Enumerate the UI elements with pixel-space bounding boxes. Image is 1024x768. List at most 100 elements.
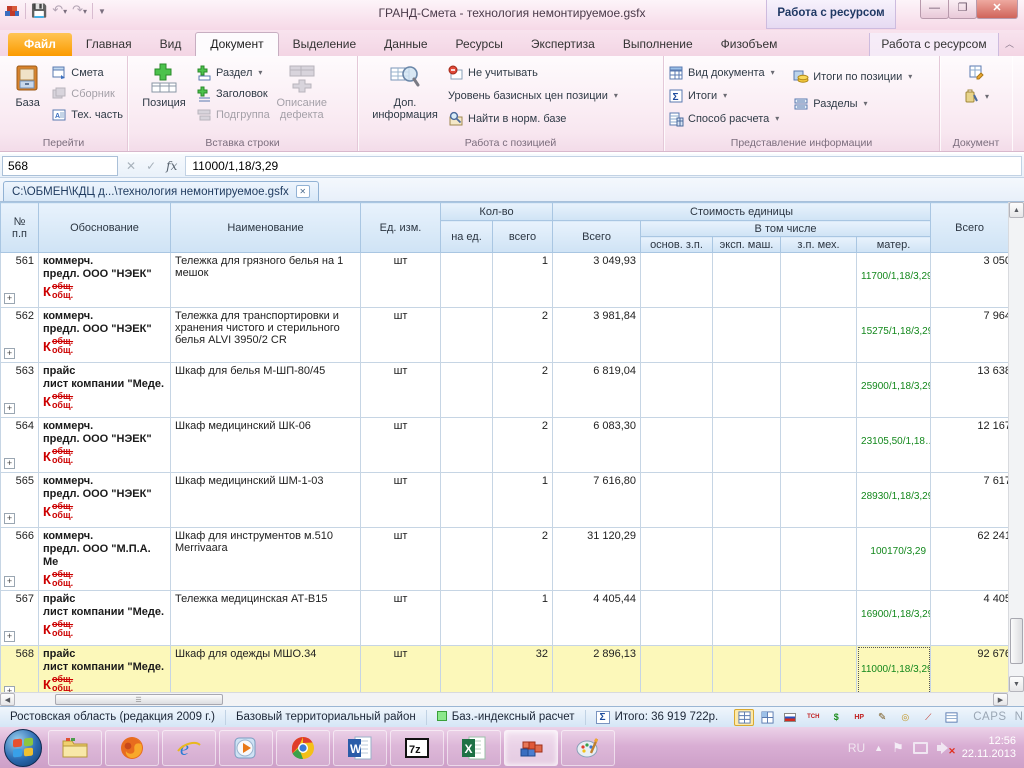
minimize-button[interactable]: — [920,0,949,19]
coins-icon[interactable]: ◎ [895,709,915,726]
calc-method-button[interactable]: Способ расчета▾ [668,110,779,127]
mater-cell[interactable]: 28930/1,18/3,29 [857,473,931,528]
name-cell[interactable]: Тележка для транспортировки и хранения ч… [171,308,361,363]
expand-row-button[interactable]: + [4,403,15,414]
status-total[interactable]: ΣИтого: 36 919 722р. [586,710,729,725]
justification-cell[interactable]: коммерч. предл. ООО "НЭЕК" К общ. общ. [39,253,171,308]
taskbar-chrome[interactable] [276,730,330,766]
expand-row-button[interactable]: + [4,576,15,587]
header-justification[interactable]: Обоснование [39,203,171,253]
zp-mekh-cell[interactable] [781,253,857,308]
vertical-scrollbar[interactable]: ▲ ▼ [1008,202,1024,692]
scroll-down-icon[interactable]: ▼ [1009,676,1024,692]
header-total[interactable]: Всего [931,203,1009,253]
taskbar-word[interactable]: W [333,730,387,766]
mater-cell[interactable]: 11700/1,18/3,29 [857,253,931,308]
taskbar-firefox[interactable] [105,730,159,766]
taskbar-internet-explorer[interactable]: e [162,730,216,766]
formula-input[interactable] [185,156,1022,176]
mater-cell[interactable]: 16900/1,18/3,29 [857,591,931,646]
eksp-mash-cell[interactable] [713,308,781,363]
eksp-mash-cell[interactable] [713,591,781,646]
osn-zp-cell[interactable] [641,253,713,308]
tab-vypolnenie[interactable]: Выполнение [609,33,707,56]
fx-icon[interactable]: fx [166,159,177,173]
chart-icon[interactable]: ⟋ [918,709,938,726]
header-unit-cost[interactable]: Стоимость единицы [553,203,931,221]
tab-vid[interactable]: Вид [146,33,196,56]
unit-cell[interactable]: шт [361,591,441,646]
unit-cell[interactable]: шт [361,363,441,418]
scroll-right-icon[interactable]: ▶ [993,693,1008,706]
tab-rabota-s-resursom[interactable]: Работа с ресурсом [869,33,999,56]
eksp-mash-cell[interactable] [713,473,781,528]
row-total-cell[interactable]: 13 638 [931,363,1009,418]
table-row[interactable]: 567 + прайс лист компании "Меде. К общ. … [1,591,1009,646]
position-totals-button[interactable]: Итоги по позиции▾ [793,68,912,85]
name-cell[interactable]: Шкаф медицинский ШМ-1-03 [171,473,361,528]
table-row[interactable]: 563 + прайс лист компании "Меде. К общ. … [1,363,1009,418]
unit-cell[interactable]: шт [361,308,441,363]
price-icon[interactable]: $ [826,709,846,726]
osn-zp-cell[interactable] [641,591,713,646]
zp-mekh-cell[interactable] [781,591,857,646]
sections-button[interactable]: Разделы▾ [793,95,912,112]
osn-zp-cell[interactable] [641,473,713,528]
smeta-button[interactable]: Смета [51,64,123,81]
name-cell[interactable]: Тележка для грязного белья на 1 мешок [171,253,361,308]
mater-cell[interactable]: 100170/3,29 [857,528,931,591]
edit-icon[interactable]: ✎ [872,709,892,726]
view-estimate-icon[interactable] [734,709,754,726]
scroll-left-icon[interactable]: ◀ [0,693,15,706]
unit-cell[interactable]: шт [361,418,441,473]
qty-total-cell[interactable]: 1 [493,253,553,308]
justification-cell[interactable]: коммерч. предл. ООО "НЭЕК" К общ. общ. [39,418,171,473]
name-box[interactable] [2,156,118,176]
justification-cell[interactable]: прайс лист компании "Меде. К общ. общ. [39,363,171,418]
russian-flag-icon[interactable] [780,709,800,726]
tab-file[interactable]: Файл [8,33,72,56]
scroll-up-icon[interactable]: ▲ [1009,202,1024,218]
vertical-scroll-thumb[interactable] [1010,618,1023,664]
view-object-icon[interactable] [757,709,777,726]
action-center-flag-icon[interactable]: ⚑ [892,740,904,756]
header-osn-zp[interactable]: основ. з.п. [641,237,713,253]
unit-cost-cell[interactable]: 31 120,29 [553,528,641,591]
ignore-position-button[interactable]: Не учитывать [448,64,618,81]
header-qty-total[interactable]: всего [493,221,553,253]
name-cell[interactable]: Шкаф медицинский ШК-06 [171,418,361,473]
tsn-icon[interactable]: ТСН [803,709,823,726]
export-icon[interactable] [941,709,961,726]
taskbar-excel[interactable]: X [447,730,501,766]
justification-cell[interactable]: прайс лист компании "Меде. К общ. общ. [39,591,171,646]
zp-mekh-cell[interactable] [781,363,857,418]
osn-zp-cell[interactable] [641,528,713,591]
row-number-cell[interactable]: 563 + [1,363,39,418]
header-name[interactable]: Наименование [171,203,361,253]
tab-vydelenie[interactable]: Выделение [279,33,371,56]
row-total-cell[interactable]: 62 241 [931,528,1009,591]
tab-glavnaya[interactable]: Главная [72,33,146,56]
taskbar-paint[interactable] [561,730,615,766]
unit-cost-cell[interactable]: 7 616,80 [553,473,641,528]
table-row[interactable]: 562 + коммерч. предл. ООО "НЭЕК" К общ. … [1,308,1009,363]
header-unit[interactable]: Ед. изм. [361,203,441,253]
header-cost-total[interactable]: Всего [553,221,641,253]
header-zp-mekh[interactable]: з.п. мех. [781,237,857,253]
expand-row-button[interactable]: + [4,458,15,469]
row-number-cell[interactable]: 564 + [1,418,39,473]
tab-ekspertiza[interactable]: Экспертиза [517,33,609,56]
document-tools-button[interactable]: ▾ [963,88,989,104]
justification-cell[interactable]: коммерч. предл. ООО "М.П.А. Ме К общ. об… [39,528,171,591]
volume-muted-icon[interactable]: ✕ [937,741,953,755]
header-qty-per[interactable]: на ед. [441,221,493,253]
unit-cell[interactable]: шт [361,473,441,528]
qty-total-cell[interactable]: 2 [493,363,553,418]
taskbar-media-player[interactable] [219,730,273,766]
name-cell[interactable]: Шкаф для белья М-ШП-80/45 [171,363,361,418]
unit-cell[interactable]: шт [361,528,441,591]
tab-fizobem[interactable]: Физобъем [707,33,792,56]
tech-part-button[interactable]: A Тех. часть [51,106,123,123]
tray-expand-icon[interactable]: ▲ [874,743,883,753]
status-calc-mode[interactable]: Баз.-индексный расчет [427,710,586,725]
